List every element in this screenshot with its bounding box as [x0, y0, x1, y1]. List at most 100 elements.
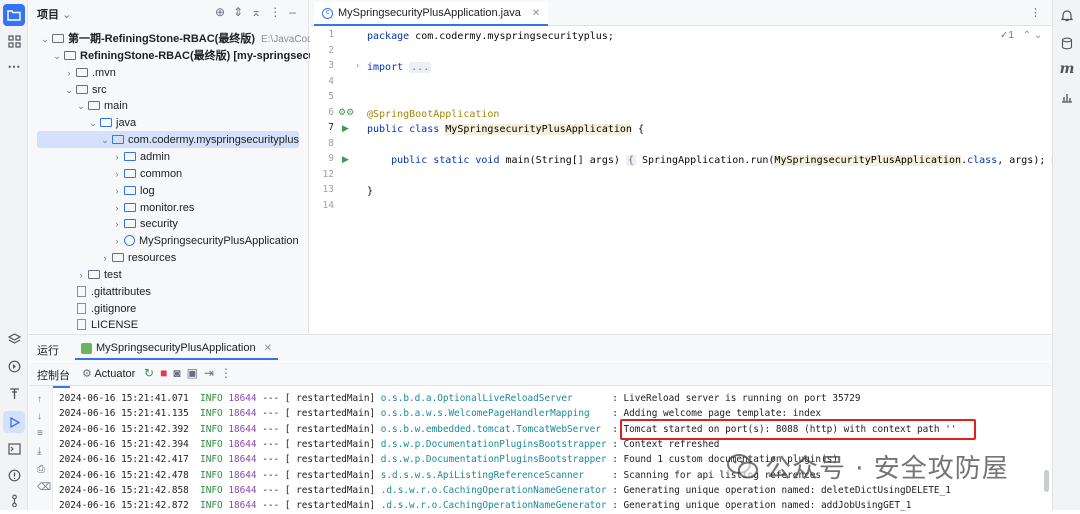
tree-item[interactable]: .gitignore [63, 301, 136, 318]
code-line: package com.codermy.myspringsecurityplus… [367, 31, 614, 42]
services-tool-icon[interactable] [3, 355, 25, 377]
tree-item[interactable]: › log [111, 183, 155, 200]
tree-item[interactable]: › resources [99, 250, 177, 267]
tree-item[interactable]: ⌄ main [75, 98, 128, 115]
log-pid: 18644 [228, 408, 257, 420]
print-icon[interactable]: ⎙ [37, 464, 45, 475]
chevron-down-icon[interactable]: ⌄ [75, 98, 87, 115]
editor-tab[interactable]: c MySpringsecurityPlusApplication.java ✕ [314, 2, 549, 26]
log-logger: o.s.b.d.a.OptionalLiveReloadServer [380, 393, 607, 404]
tree-item[interactable]: › .mvn [63, 65, 116, 82]
project-panel-header[interactable]: 项目 ⌄ [37, 6, 71, 22]
stop-icon[interactable]: ■ [160, 366, 173, 380]
console-tab[interactable]: 控制台 [37, 367, 70, 388]
chevron-down-icon[interactable]: ⌄ [51, 48, 63, 65]
file-icon [77, 285, 86, 297]
console-side-toolbar: ↑ ↓ ≡ ⤓ ⎙ ⌫ [29, 386, 53, 510]
inspection-nav-icon[interactable]: ⌃ ⌄ [1023, 30, 1043, 41]
log-pid: 18644 [228, 423, 257, 435]
structure-tool-icon[interactable] [3, 30, 25, 52]
actuator-tab[interactable]: ⚙ Actuator [82, 367, 135, 380]
maven-icon[interactable]: m [1056, 58, 1078, 80]
close-icon[interactable]: ✕ [532, 8, 540, 19]
tree-item-label: monitor.res [140, 201, 195, 214]
chevron-right-icon[interactable]: › [75, 267, 87, 284]
project-panel-title: 项目 [37, 9, 59, 21]
project-tool-icon[interactable] [3, 4, 25, 26]
chevron-right-icon[interactable]: › [111, 166, 123, 183]
gradle-icon[interactable] [1056, 86, 1078, 108]
tree-item[interactable]: ⌄ 第一期-RefiningStone-RBAC(最终版) E:\JavaCode\… [39, 31, 326, 48]
build-tool-icon[interactable] [3, 382, 25, 404]
chevron-right-icon[interactable]: › [111, 183, 123, 200]
folder-icon [100, 118, 112, 128]
camera-icon[interactable]: ◙ [173, 366, 186, 380]
chevron-down-icon[interactable]: ⌄ [39, 31, 51, 48]
close-icon[interactable]: ✕ [264, 343, 272, 354]
problems-tool-icon[interactable] [3, 464, 25, 486]
minimize-icon[interactable]: – [289, 5, 304, 19]
terminal-tool-icon[interactable] [3, 438, 25, 460]
git-tool-icon[interactable] [3, 489, 25, 511]
chevron-right-icon[interactable]: › [111, 149, 123, 166]
run-panel-title: 运行 [37, 345, 59, 357]
chevron-down-icon[interactable]: ⌄ [99, 132, 111, 149]
notifications-icon[interactable] [1056, 4, 1078, 26]
log-line: 2024-06-16 15:21:42.417 INFO 18644 --- [… [59, 452, 838, 467]
tree-item[interactable]: ⌄ java [87, 115, 136, 132]
more-options-icon[interactable]: ⋮ [269, 5, 289, 19]
more-tools-icon[interactable]: ⋯ [3, 56, 25, 78]
code-area[interactable]: package com.codermy.myspringsecurityplus… [310, 26, 1062, 333]
tree-item[interactable]: ⌄ com.codermy.myspringsecurityplus [99, 132, 299, 149]
chevron-right-icon[interactable]: › [99, 250, 111, 267]
tree-item[interactable]: ⌄ src [63, 82, 106, 99]
log-level: INFO [200, 408, 229, 420]
chevron-down-icon[interactable]: ⌄ [62, 9, 71, 21]
chevron-down-icon[interactable]: ⌄ [87, 115, 99, 132]
chevron-down-icon[interactable]: ⌄ [63, 82, 75, 99]
editor-area: 1 2 3 › 4 5 6 ⚙⚙ 7 ▶ 8 9 ▶ 12 13 14 package com.codermy… [310, 0, 1062, 333]
log-logger: s.d.s.w.s.ApiListingReferenceScanner [380, 469, 607, 481]
tree-item[interactable]: › test [75, 267, 122, 284]
tree-item[interactable]: ⌄ RefiningStone-RBAC(最终版) [my-springsecur… [51, 48, 343, 65]
log-thread: restartedMain] [290, 408, 381, 420]
locate-icon[interactable]: ⊕ [215, 5, 233, 19]
chevron-right-icon[interactable]: › [63, 65, 75, 82]
scroll-to-end-icon[interactable]: ⤓ [37, 446, 41, 457]
tree-item[interactable]: › common [111, 166, 183, 183]
layers-tool-icon[interactable] [3, 328, 25, 350]
arrow-up-icon[interactable]: ↑ [37, 394, 42, 405]
tree-item-label: test [104, 268, 122, 281]
chevron-right-icon[interactable]: › [111, 233, 123, 250]
database-icon[interactable] [1056, 32, 1078, 54]
tree-item[interactable]: .gitattributes [63, 284, 151, 301]
code-line: public class MySpringsecurityPlusApplica… [367, 124, 644, 135]
chevron-right-icon[interactable]: › [111, 216, 123, 233]
rerun-icon[interactable]: ↻ [144, 366, 160, 380]
expand-icon[interactable]: ⇕ [233, 5, 251, 19]
folder-icon [112, 253, 124, 263]
arrow-down-icon[interactable]: ↓ [37, 411, 42, 422]
tree-item[interactable]: › monitor.res [111, 200, 195, 217]
exit-icon[interactable]: ⇥ [204, 366, 220, 380]
tree-item[interactable]: › security [111, 216, 178, 233]
more-options-icon[interactable]: ⋮ [220, 366, 238, 380]
log-pid: 18644 [228, 485, 257, 497]
screenshot-icon[interactable]: ▣ [187, 366, 204, 380]
tree-item-label: main [104, 100, 128, 113]
folder-icon [52, 34, 64, 43]
chevron-right-icon[interactable]: › [111, 200, 123, 217]
log-thread: restartedMain] [290, 485, 381, 497]
more-tabs-icon[interactable]: ⋮ [1030, 6, 1041, 19]
tree-item[interactable]: LICENSE [63, 317, 138, 334]
collapse-icon[interactable]: ⌅ [251, 5, 269, 19]
tree-item[interactable]: › admin [111, 149, 170, 166]
soft-wrap-icon[interactable]: ≡ [37, 428, 43, 439]
run-config-tab[interactable]: MySpringsecurityPlusApplication ✕ [75, 338, 278, 360]
tree-item[interactable]: › MySpringsecurityPlusApplication [111, 233, 299, 250]
run-tool-icon[interactable] [3, 411, 25, 433]
log-time: 2024-06-16 15:21:41.135 [59, 408, 201, 420]
clear-icon[interactable]: ⌫ [37, 482, 51, 493]
inspection-widget[interactable]: ✓1 ⌃ ⌄ [1000, 30, 1042, 41]
log-time: 2024-06-16 15:21:42.417 [59, 454, 201, 466]
